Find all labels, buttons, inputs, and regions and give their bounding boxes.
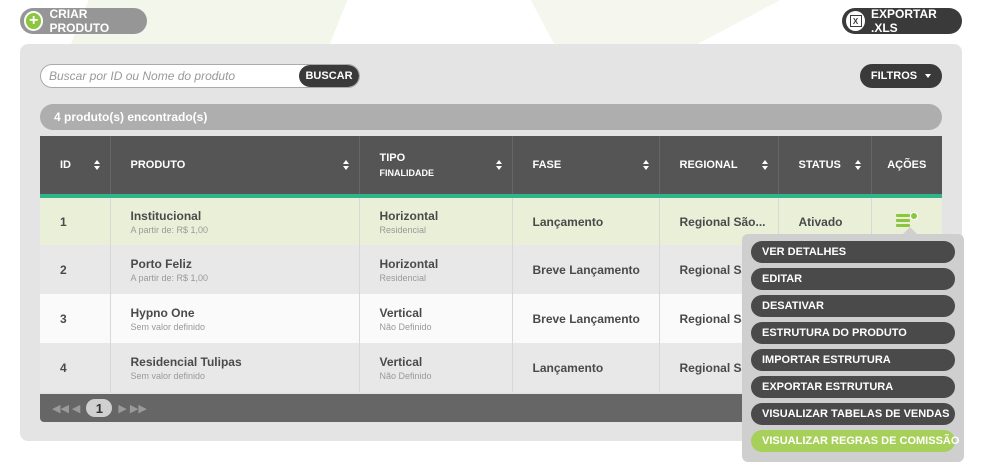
column-header-tipo[interactable]: TIPO FINALIDADE <box>359 136 513 198</box>
sort-icon <box>342 160 349 170</box>
export-xls-label: EXPORTAR .XLS <box>871 7 937 35</box>
cell-fase: Breve Lançamento <box>512 294 660 343</box>
cell-tipo: Horizontal Residencial <box>359 196 513 245</box>
search-input[interactable] <box>41 65 301 87</box>
sort-icon <box>642 160 649 170</box>
sort-icon <box>93 160 100 170</box>
next-page-icon[interactable]: ▶ <box>118 402 126 415</box>
product-price: A partir de: R$ 1,00 <box>130 224 209 235</box>
column-header-label: PRODUTO <box>130 159 186 171</box>
column-header-id[interactable]: ID <box>40 136 111 198</box>
cell-produto: Porto Feliz A partir de: R$ 1,00 <box>110 245 360 294</box>
finalidade-value: Não Definido <box>379 321 432 332</box>
menu-item-estrutura-produto[interactable]: ESTRUTURA DO PRODUTO <box>751 322 955 344</box>
cell-produto: Hypno One Sem valor definido <box>110 294 360 343</box>
actions-menu-icon[interactable] <box>895 212 918 228</box>
filters-label: FILTROS <box>870 70 918 82</box>
column-header-label: STATUS <box>798 159 841 171</box>
cell-id: 3 <box>40 294 111 343</box>
column-header-status[interactable]: STATUS <box>778 136 872 198</box>
cell-id: 2 <box>40 245 111 294</box>
cell-fase: Lançamento <box>512 196 660 245</box>
tipo-value: Vertical <box>379 354 423 369</box>
results-count-bar: 4 produto(s) encontrado(s) <box>40 104 942 130</box>
tipo-value: Horizontal <box>379 256 439 271</box>
search-button[interactable]: BUSCAR <box>299 65 359 87</box>
menu-item-importar-estrutura[interactable]: IMPORTAR ESTRUTURA <box>751 349 955 371</box>
column-header-fase[interactable]: FASE <box>512 136 660 198</box>
column-header-sublabel: FINALIDADE <box>379 168 435 178</box>
product-name: Porto Feliz <box>130 256 192 271</box>
cell-fase: Lançamento <box>512 343 660 392</box>
last-page-icon[interactable]: ▶▶ <box>130 402 147 415</box>
actions-dropdown-menu: VER DETALHES EDITAR DESATIVAR ESTRUTURA … <box>742 227 964 462</box>
column-header-label: TIPO <box>379 152 406 164</box>
product-price: Sem valor definido <box>130 321 206 332</box>
column-header-label: ID <box>60 159 71 171</box>
tipo-value: Horizontal <box>379 208 439 223</box>
current-page[interactable]: 1 <box>86 399 113 417</box>
cell-tipo: Horizontal Residencial <box>359 245 513 294</box>
cell-produto: Institucional A partir de: R$ 1,00 <box>110 196 360 245</box>
menu-item-editar[interactable]: EDITAR <box>751 268 955 290</box>
cell-tipo: Vertical Não Definido <box>359 294 513 343</box>
menu-item-regras-comissao[interactable]: VISUALIZAR REGRAS DE COMISSÃO <box>751 430 959 452</box>
column-header-produto[interactable]: PRODUTO <box>110 136 360 198</box>
menu-item-tabelas-vendas[interactable]: VISUALIZAR TABELAS DE VENDAS <box>751 403 955 425</box>
finalidade-value: Residencial <box>379 224 427 235</box>
prev-page-icon[interactable]: ◀ <box>72 402 80 415</box>
menu-item-ver-detalhes[interactable]: VER DETALHES <box>751 241 955 263</box>
results-count: 4 produto(s) encontrado(s) <box>54 110 208 124</box>
finalidade-value: Residencial <box>379 272 427 283</box>
chevron-down-icon <box>925 74 932 78</box>
sort-icon <box>854 160 861 170</box>
column-header-label: FASE <box>532 159 562 171</box>
cell-fase: Breve Lançamento <box>512 245 660 294</box>
first-page-icon[interactable]: ◀◀ <box>52 402 69 415</box>
menu-item-exportar-estrutura[interactable]: EXPORTAR ESTRUTURA <box>751 376 955 398</box>
cell-tipo: Vertical Não Definido <box>359 343 513 392</box>
column-header-label: REGIONAL <box>679 159 738 171</box>
filters-dropdown-button[interactable]: FILTROS <box>860 64 942 88</box>
plus-icon: + <box>24 11 44 31</box>
finalidade-value: Não Definido <box>379 370 432 381</box>
menu-item-desativar[interactable]: DESATIVAR <box>751 295 955 317</box>
menu-pointer <box>902 227 918 235</box>
table-header-row: ID PRODUTO TIPO FINALIDADE FASE REGIONAL… <box>40 136 942 198</box>
product-price: A partir de: R$ 1,00 <box>130 272 209 283</box>
cell-id: 1 <box>40 196 111 245</box>
product-name: Hypno One <box>130 305 195 320</box>
export-xls-button[interactable]: X EXPORTAR .XLS <box>842 7 962 35</box>
cell-produto: Residencial Tulipas Sem valor definido <box>110 343 360 392</box>
product-name: Institucional <box>130 208 202 223</box>
cell-id: 4 <box>40 343 111 392</box>
create-product-label: CRIAR PRODUTO <box>49 7 110 35</box>
product-name: Residencial Tulipas <box>130 354 242 369</box>
sort-icon <box>761 160 768 170</box>
sort-icon <box>495 160 502 170</box>
column-header-regional[interactable]: REGIONAL <box>659 136 779 198</box>
search-bar: BUSCAR <box>40 64 360 88</box>
column-header-label: AÇÕES <box>887 159 927 171</box>
excel-icon: X <box>846 11 865 31</box>
create-product-button[interactable]: + CRIAR PRODUTO <box>20 7 147 35</box>
column-header-acoes: AÇÕES <box>871 136 942 198</box>
product-price: Sem valor definido <box>130 370 206 381</box>
tipo-value: Vertical <box>379 305 423 320</box>
